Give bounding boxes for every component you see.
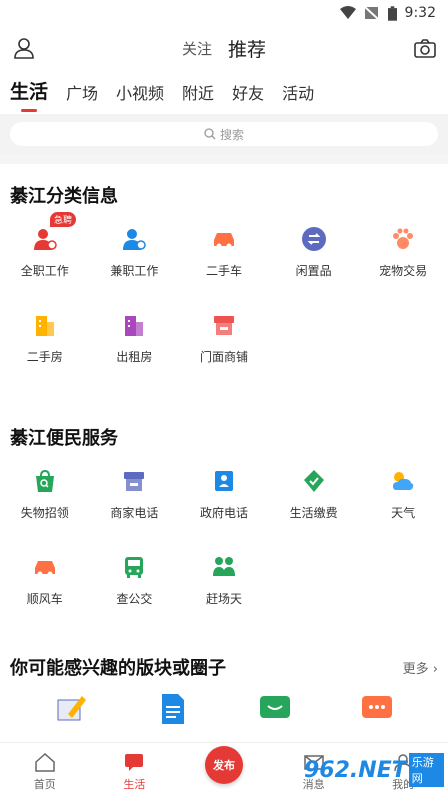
publish-button[interactable]: 发布 bbox=[204, 746, 243, 784]
nav-home[interactable]: 首页 bbox=[0, 743, 90, 796]
bottom-nav: 首页 生活 发布 消息 我的 962.NET 乐游网 bbox=[0, 742, 448, 796]
clock: 9:32 bbox=[404, 5, 436, 21]
classified-item[interactable]: 门面商铺 bbox=[179, 298, 269, 384]
bus-icon bbox=[125, 557, 144, 578]
tab-short-video[interactable]: 小视频 bbox=[116, 80, 164, 114]
tab-recommend[interactable]: 推荐 bbox=[228, 35, 266, 62]
watermark-site: 962.NET bbox=[304, 757, 407, 783]
tab-life[interactable]: 生活 bbox=[10, 77, 48, 114]
classified-item[interactable]: 闲置品 bbox=[269, 212, 359, 298]
services-item[interactable]: 赶场天 bbox=[179, 540, 269, 626]
lost-found-icon bbox=[35, 469, 54, 492]
watermark-logo: 962.NET 乐游网 bbox=[304, 750, 444, 790]
top-header: 关注 推荐 bbox=[0, 26, 448, 70]
tab-events[interactable]: 活动 bbox=[282, 80, 314, 114]
market-day-icon bbox=[212, 557, 235, 576]
services-item-label: 商家电话 bbox=[110, 506, 159, 520]
services-item-label: 查公交 bbox=[116, 592, 153, 606]
user-icon[interactable] bbox=[12, 36, 36, 60]
services-item-label: 赶场天 bbox=[205, 592, 242, 606]
life-icon bbox=[125, 754, 144, 771]
status-bar: 9:32 bbox=[0, 0, 448, 26]
classified-item-label: 闲置品 bbox=[295, 264, 332, 278]
nav-publish[interactable]: 发布 bbox=[179, 743, 269, 796]
more-label: 更多 bbox=[402, 661, 429, 677]
services-item-label: 天气 bbox=[391, 506, 416, 520]
classified-item[interactable]: 二手房 bbox=[0, 298, 90, 384]
more-link[interactable]: 更多 › bbox=[403, 658, 438, 677]
rental-icon bbox=[125, 316, 144, 336]
tab-square[interactable]: 广场 bbox=[66, 80, 98, 114]
divider bbox=[0, 154, 448, 164]
classified-item[interactable]: 二手车 bbox=[179, 212, 269, 298]
services-item[interactable]: 查公交 bbox=[90, 540, 180, 626]
used-car-icon bbox=[213, 233, 234, 249]
board-message-icon[interactable] bbox=[360, 692, 394, 726]
services-item[interactable]: 政府电话 bbox=[179, 454, 269, 540]
used-house-icon bbox=[35, 316, 54, 336]
battery-icon bbox=[387, 5, 397, 21]
shop-front-icon bbox=[213, 316, 234, 335]
services-item-label: 顺风车 bbox=[26, 592, 63, 606]
idle-goods-icon bbox=[301, 227, 326, 251]
search-input[interactable]: 搜索 bbox=[10, 122, 438, 146]
services-item-label: 生活缴费 bbox=[289, 506, 338, 520]
classified-grid: 急聘 全职工作 兼职工作 二手车 闲置品 宠物交易 二手房 出租房 门面商铺 bbox=[0, 212, 448, 384]
nav-life[interactable]: 生活 bbox=[90, 743, 180, 796]
classified-item[interactable]: 宠物交易 bbox=[358, 212, 448, 298]
board-chat-icon[interactable] bbox=[258, 692, 292, 726]
services-section-title: 綦江便民服务 bbox=[10, 428, 118, 449]
classified-item[interactable]: 出租房 bbox=[90, 298, 180, 384]
tab-friends[interactable]: 好友 bbox=[232, 80, 264, 114]
search-icon bbox=[204, 128, 216, 140]
services-item-label: 失物招领 bbox=[20, 506, 69, 520]
classified-section-title: 綦江分类信息 bbox=[10, 186, 118, 207]
parttime-job-icon bbox=[123, 229, 147, 250]
category-tabs: 生活 广场 小视频 附近 好友 活动 bbox=[0, 70, 448, 114]
classified-item[interactable]: 急聘全职工作 bbox=[0, 212, 90, 298]
interest-boards bbox=[0, 692, 448, 734]
signal-off-icon bbox=[363, 6, 379, 20]
search-placeholder: 搜索 bbox=[219, 127, 244, 142]
merchant-phone-icon bbox=[124, 472, 145, 491]
wifi-icon bbox=[339, 6, 356, 19]
bill-pay-icon bbox=[303, 470, 324, 492]
classified-item-label: 二手车 bbox=[205, 264, 242, 278]
classified-item-label: 全职工作 bbox=[20, 264, 69, 278]
classified-item-label: 宠物交易 bbox=[379, 264, 428, 278]
carpool-icon bbox=[34, 561, 55, 577]
services-item[interactable]: 商家电话 bbox=[90, 454, 180, 540]
classified-item-label: 兼职工作 bbox=[110, 264, 159, 278]
board-writing-icon[interactable] bbox=[54, 692, 88, 726]
tab-nearby[interactable]: 附近 bbox=[182, 80, 214, 114]
weather-icon bbox=[393, 472, 414, 490]
fulltime-job-icon bbox=[33, 229, 57, 250]
camera-icon[interactable] bbox=[414, 38, 436, 58]
classified-item[interactable]: 兼职工作 bbox=[90, 212, 180, 298]
services-item[interactable]: 天气 bbox=[358, 454, 448, 540]
classified-item-label: 二手房 bbox=[26, 350, 63, 364]
watermark-tag: 乐游网 bbox=[408, 753, 444, 787]
services-item-label: 政府电话 bbox=[199, 506, 248, 520]
classified-item-label: 门面商铺 bbox=[199, 350, 248, 364]
search-bar-wrap: 搜索 bbox=[0, 114, 448, 154]
interest-header: 你可能感兴趣的版块或圈子 更多 › bbox=[0, 642, 448, 692]
services-item[interactable]: 顺风车 bbox=[0, 540, 90, 626]
nav-life-label: 生活 bbox=[123, 778, 146, 791]
nav-home-label: 首页 bbox=[33, 778, 56, 791]
tab-follow[interactable]: 关注 bbox=[182, 38, 212, 59]
home-icon bbox=[35, 752, 55, 772]
board-document-icon[interactable] bbox=[156, 692, 190, 726]
classified-item-label: 出租房 bbox=[116, 350, 153, 364]
services-grid: 失物招领 商家电话 政府电话 生活缴费 天气顺风车 查公交 赶场天 bbox=[0, 454, 448, 626]
interest-title: 你可能感兴趣的版块或圈子 bbox=[10, 658, 226, 679]
services-item[interactable]: 失物招领 bbox=[0, 454, 90, 540]
pet-icon bbox=[393, 228, 414, 249]
hot-badge: 急聘 bbox=[50, 212, 77, 227]
gov-phone-icon bbox=[214, 471, 233, 491]
services-item[interactable]: 生活缴费 bbox=[269, 454, 359, 540]
